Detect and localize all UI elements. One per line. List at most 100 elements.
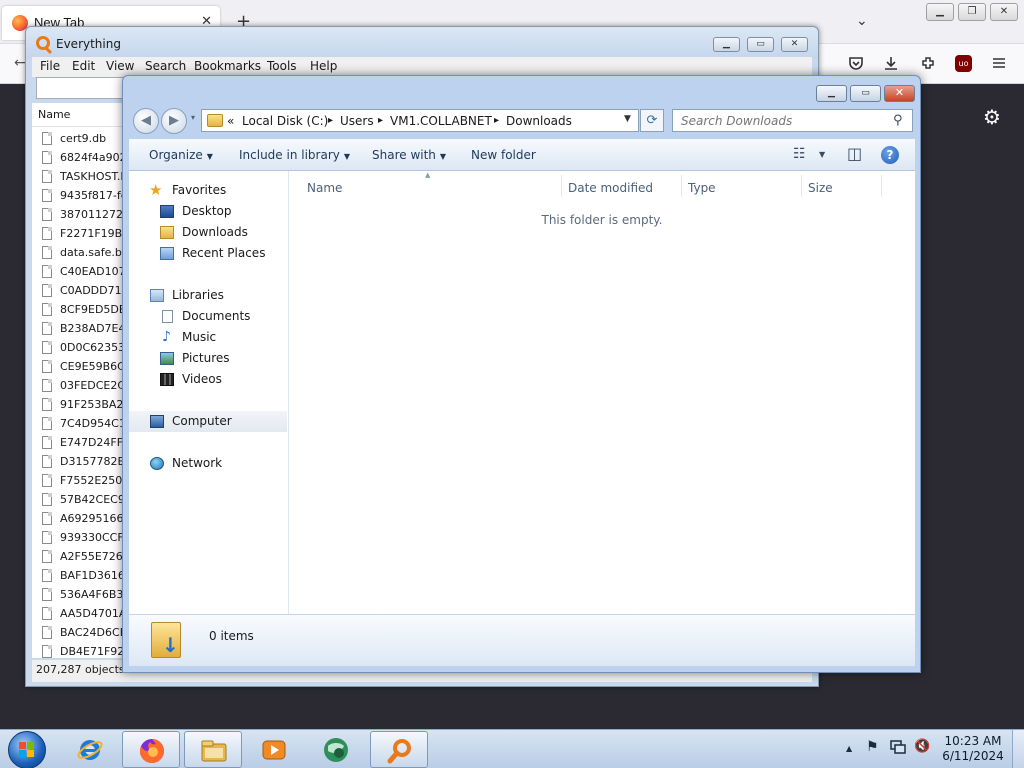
breadcrumb-local-disk[interactable]: Local Disk (C:) <box>242 114 328 128</box>
list-item[interactable]: B238AD7E47 <box>32 319 127 338</box>
action-center-flag-icon[interactable]: ⚑ <box>866 739 879 755</box>
list-item[interactable]: BAC24D6CBE <box>32 623 127 642</box>
include-in-library-button[interactable]: Include in library ▼ <box>239 148 350 162</box>
nav-videos[interactable]: Videos <box>129 369 287 390</box>
column-divider[interactable] <box>801 175 802 197</box>
menu-help[interactable]: Help <box>310 59 337 73</box>
nav-recent-places[interactable]: Recent Places <box>129 243 287 264</box>
list-all-tabs-icon[interactable]: ⌄ <box>856 13 868 29</box>
list-item[interactable]: F2271F19B85 <box>32 224 127 243</box>
nav-network[interactable]: Network <box>129 453 287 474</box>
view-options-chevron-icon[interactable]: ▼ <box>819 150 825 159</box>
nav-computer[interactable]: Computer <box>129 411 287 432</box>
column-header-name[interactable]: Name <box>32 103 127 127</box>
nav-libraries[interactable]: Libraries <box>129 285 287 306</box>
list-item[interactable]: D3157782E8D <box>32 452 127 471</box>
menu-file[interactable]: File <box>40 59 60 73</box>
start-button[interactable] <box>8 731 46 768</box>
firefox-close-button[interactable]: ✕ <box>990 3 1018 21</box>
extensions-icon[interactable] <box>920 55 936 75</box>
list-item[interactable]: DB4E71F9295 <box>32 642 127 658</box>
column-divider[interactable] <box>561 175 562 197</box>
address-dropdown-icon[interactable]: ▼ <box>624 114 631 124</box>
list-item[interactable]: A6929516698 <box>32 509 127 528</box>
pocket-icon[interactable] <box>848 55 864 75</box>
breadcrumb-separator-icon[interactable]: ▸ <box>378 115 383 126</box>
list-item[interactable]: E747D24FF18 <box>32 433 127 452</box>
share-with-button[interactable]: Share with ▼ <box>372 148 446 162</box>
preview-pane-icon[interactable]: ◫ <box>847 144 862 163</box>
column-divider[interactable] <box>681 175 682 197</box>
show-hidden-icons-icon[interactable]: ▲ <box>846 744 852 753</box>
taskbar-internet-explorer[interactable] <box>61 731 119 768</box>
column-date-modified[interactable]: Date modified <box>568 181 653 195</box>
column-type[interactable]: Type <box>688 181 716 195</box>
list-item[interactable]: A2F55E726A6 <box>32 547 127 566</box>
breadcrumb-users[interactable]: Users <box>340 114 374 128</box>
list-item[interactable]: TASKHOST.E <box>32 167 127 186</box>
firefox-minimize-button[interactable]: ▁ <box>926 3 954 21</box>
explorer-minimize-button[interactable]: ▁ <box>816 85 847 102</box>
nav-downloads[interactable]: Downloads <box>129 222 287 243</box>
back-arrow-icon[interactable]: ← <box>14 55 26 71</box>
download-icon[interactable] <box>883 55 899 75</box>
recent-pages-chevron-icon[interactable]: ▾ <box>191 113 195 122</box>
breadcrumb-user[interactable]: VM1.COLLABNET <box>390 114 492 128</box>
menu-bookmarks[interactable]: Bookmarks <box>194 59 261 73</box>
organize-button[interactable]: Organize ▼ <box>149 148 213 162</box>
new-folder-button[interactable]: New folder <box>471 148 536 162</box>
menu-edit[interactable]: Edit <box>72 59 95 73</box>
network-tray-icon[interactable] <box>890 739 906 758</box>
explorer-maximize-button[interactable]: ▭ <box>850 85 881 102</box>
list-item[interactable]: 3870112724rs <box>32 205 127 224</box>
nav-music[interactable]: ♪ Music <box>129 327 287 348</box>
change-view-icon[interactable]: ☷ <box>793 146 806 162</box>
list-item[interactable]: cert9.db <box>32 129 127 148</box>
list-item[interactable]: AA5D4701AE <box>32 604 127 623</box>
menu-search[interactable]: Search <box>145 59 186 73</box>
nav-pictures[interactable]: Pictures <box>129 348 287 369</box>
breadcrumb-separator-icon[interactable]: ▸ <box>494 115 499 126</box>
list-item[interactable]: 8CF9ED5DEF <box>32 300 127 319</box>
taskbar-green-app[interactable] <box>307 731 365 768</box>
list-item[interactable]: CE9E59B6C9 <box>32 357 127 376</box>
list-item[interactable]: F7552E25010 <box>32 471 127 490</box>
explorer-close-button[interactable]: ✕ <box>884 85 915 102</box>
ublock-origin-icon[interactable]: uo <box>955 55 972 72</box>
list-item[interactable]: 57B42CEC9A <box>32 490 127 509</box>
breadcrumb-separator-icon[interactable]: ▸ <box>328 115 333 126</box>
list-item[interactable]: BAF1D3616C <box>32 566 127 585</box>
breadcrumb-downloads[interactable]: Downloads <box>506 114 572 128</box>
everything-close-button[interactable]: ✕ <box>781 37 808 52</box>
address-bar[interactable]: « Local Disk (C:) ▸ Users ▸ VM1.COLLABNE… <box>201 109 639 132</box>
taskbar-windows-explorer[interactable] <box>184 731 242 768</box>
list-item[interactable]: 939330CCF04 <box>32 528 127 547</box>
list-item[interactable]: 7C4D954C14 <box>32 414 127 433</box>
taskbar-firefox[interactable] <box>122 731 180 768</box>
search-icon[interactable]: ⚲ <box>893 113 903 128</box>
list-item[interactable]: C40EAD107D <box>32 262 127 281</box>
list-item[interactable]: C0ADDD71B8 <box>32 281 127 300</box>
taskbar-media-player[interactable] <box>245 731 303 768</box>
search-input[interactable] <box>672 109 913 132</box>
firefox-maximize-button[interactable]: ❐ <box>958 3 986 21</box>
refresh-icon[interactable]: ⟳ <box>640 109 664 132</box>
list-item[interactable]: 03FEDCE2C4 <box>32 376 127 395</box>
list-item[interactable]: 9435f817-fed <box>32 186 127 205</box>
volume-muted-icon[interactable]: 🔇 <box>914 739 930 754</box>
breadcrumb-overflow[interactable]: « <box>227 114 234 128</box>
everything-minimize-button[interactable]: ▁ <box>713 37 740 52</box>
forward-button[interactable]: ▶ <box>161 108 187 134</box>
list-item[interactable]: 91F253BA26C <box>32 395 127 414</box>
list-item[interactable]: 6824f4a902c7 <box>32 148 127 167</box>
nav-favorites[interactable]: ★ Favorites <box>129 180 287 201</box>
nav-documents[interactable]: Documents <box>129 306 287 327</box>
column-size[interactable]: Size <box>808 181 833 195</box>
column-name[interactable]: Name <box>307 181 342 195</box>
taskbar-everything[interactable] <box>370 731 428 768</box>
help-icon[interactable]: ? <box>881 146 899 164</box>
menu-view[interactable]: View <box>106 59 134 73</box>
everything-maximize-button[interactable]: ▭ <box>747 37 774 52</box>
list-item[interactable]: 536A4F6B38E <box>32 585 127 604</box>
back-button[interactable]: ◀ <box>133 108 159 134</box>
